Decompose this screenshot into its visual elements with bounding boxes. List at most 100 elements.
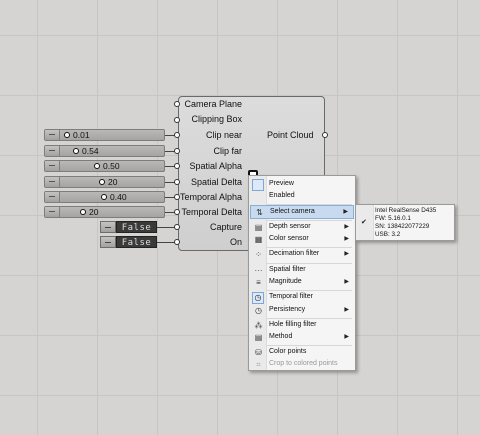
number-slider[interactable]: 0.01 xyxy=(44,129,165,141)
input-grip[interactable] xyxy=(174,101,180,107)
slider-knob[interactable] xyxy=(94,163,100,169)
chevron-right-icon: ▶ xyxy=(344,251,349,257)
menu-item-label: Color points xyxy=(269,348,307,355)
toggle-value[interactable]: False xyxy=(116,221,157,233)
menu-item-label: Decimation filter xyxy=(269,250,320,257)
chevron-right-icon: ▶ xyxy=(344,236,349,242)
menu-item-magnitude[interactable]: ≡ Magnitude ▶ xyxy=(250,276,354,290)
output-point-cloud: Point Cloud xyxy=(267,130,314,140)
input-grip[interactable] xyxy=(174,179,180,185)
temporal-filter-icon: ◷ xyxy=(252,292,264,304)
number-slider[interactable]: 20 xyxy=(44,176,165,188)
chevron-right-icon: ▶ xyxy=(344,334,349,340)
menu-item-label: Method xyxy=(269,333,293,340)
menu-item-enabled[interactable]: Enabled xyxy=(250,190,354,204)
menu-item-label: Persistency xyxy=(269,306,306,313)
input-grip[interactable] xyxy=(174,117,180,123)
color-points-icon: ⛁ xyxy=(255,348,262,357)
menu-item-label: Temporal filter xyxy=(269,293,313,300)
menu-item-method[interactable]: ▤ Method ▶ xyxy=(250,331,354,345)
input-spatial-alpha: Spatial Alpha xyxy=(189,161,242,171)
output-grip[interactable] xyxy=(322,132,328,138)
input-capture: Capture xyxy=(209,222,242,232)
slider-grip[interactable] xyxy=(45,177,60,187)
crop-icon: ⌗ xyxy=(256,360,261,369)
slider-knob[interactable] xyxy=(80,209,86,215)
slider-knob[interactable] xyxy=(64,132,70,138)
slider-knob[interactable] xyxy=(73,148,79,154)
menu-item-label: Spatial filter xyxy=(269,266,306,273)
context-menu: Preview Enabled ⇅ Select camera ▶ ▤ Dept… xyxy=(248,175,356,371)
chevron-right-icon: ▶ xyxy=(344,224,349,230)
input-on: On xyxy=(229,237,242,247)
slider-value: 0.50 xyxy=(103,161,120,171)
camera-usb: USB: 3.2 xyxy=(375,231,401,238)
toggle-grip[interactable] xyxy=(100,221,116,233)
boolean-toggle[interactable]: False xyxy=(100,236,157,248)
menu-item-label: Depth sensor xyxy=(269,223,311,230)
chevron-right-icon: ▶ xyxy=(344,279,349,285)
camera-icon: ⇅ xyxy=(256,208,263,217)
number-slider[interactable]: 0.40 xyxy=(44,191,165,203)
depth-sensor-icon: ▤ xyxy=(254,223,263,232)
input-temporal-alpha: Temporal Alpha xyxy=(179,192,242,202)
number-slider[interactable]: 0.50 xyxy=(44,160,165,172)
slider-grip[interactable] xyxy=(45,130,60,140)
menu-item-label: Crop to colored points xyxy=(269,360,338,367)
input-clip-far: Clip far xyxy=(213,146,242,156)
menu-item-label: Magnitude xyxy=(269,278,302,285)
slider-knob[interactable] xyxy=(101,194,107,200)
input-grip[interactable] xyxy=(174,148,180,154)
menu-item-label: Select camera xyxy=(270,208,315,215)
slider-grip[interactable] xyxy=(45,207,60,217)
menu-item-crop-to-colored-points[interactable]: ⌗ Crop to colored points xyxy=(250,358,354,372)
wire xyxy=(157,227,175,228)
hole-filling-icon: ⁂ xyxy=(254,321,263,330)
slider-value: 20 xyxy=(108,177,118,187)
slider-grip[interactable] xyxy=(45,161,60,171)
input-grip[interactable] xyxy=(174,194,180,200)
input-clip-near: Clip near xyxy=(205,130,242,140)
camera-sn: SN: 138422077229 xyxy=(375,223,430,230)
method-icon: ▤ xyxy=(254,333,263,342)
slider-value: 20 xyxy=(89,207,99,217)
chevron-right-icon: ▶ xyxy=(344,307,349,313)
camera-name: Intel RealSense D435 xyxy=(375,207,437,214)
input-spatial-delta: Spatial Delta xyxy=(190,177,242,187)
input-camera-plane: Camera Plane xyxy=(184,99,242,109)
wire xyxy=(157,242,175,243)
slider-grip[interactable] xyxy=(45,192,60,202)
magnitude-icon: ≡ xyxy=(256,278,261,287)
menu-item-color-sensor[interactable]: ▦ Color sensor ▶ xyxy=(250,233,354,247)
toggle-value[interactable]: False xyxy=(116,236,157,248)
number-slider[interactable]: 20 xyxy=(44,206,165,218)
chevron-right-icon: ▶ xyxy=(343,209,348,215)
slider-value: 0.54 xyxy=(82,146,99,156)
menu-item-temporal-filter[interactable]: ◷ Temporal filter xyxy=(250,291,354,305)
decimation-icon: ⁘ xyxy=(255,250,262,259)
menu-item-label: Hole filling filter xyxy=(269,321,317,328)
input-grip[interactable] xyxy=(174,209,180,215)
boolean-toggle[interactable]: False xyxy=(100,221,157,233)
input-grip[interactable] xyxy=(174,239,180,245)
menu-item-label: Preview xyxy=(269,180,294,187)
spatial-filter-icon: ··· xyxy=(254,266,263,275)
persistency-icon: ◷ xyxy=(255,306,262,315)
menu-item-select-camera[interactable]: ⇅ Select camera ▶ xyxy=(250,205,354,219)
input-grip[interactable] xyxy=(174,224,180,230)
slider-value: 0.01 xyxy=(73,130,90,140)
input-grip[interactable] xyxy=(174,163,180,169)
number-slider[interactable]: 0.54 xyxy=(44,145,165,157)
input-temporal-delta: Temporal Delta xyxy=(181,207,242,217)
slider-knob[interactable] xyxy=(99,179,105,185)
enabled-icon xyxy=(253,192,264,202)
input-grip[interactable] xyxy=(174,132,180,138)
slider-grip[interactable] xyxy=(45,146,60,156)
camera-option[interactable]: ✔ Intel RealSense D435 FW: 5.16.0.1 SN: … xyxy=(357,206,453,239)
menu-item-persistency[interactable]: ◷ Persistency ▶ xyxy=(250,304,354,318)
menu-item-decimation-filter[interactable]: ⁘ Decimation filter ▶ xyxy=(250,248,354,262)
toggle-grip[interactable] xyxy=(100,236,116,248)
checkmark-icon: ✔ xyxy=(361,219,367,226)
camera-fw: FW: 5.16.0.1 xyxy=(375,215,411,222)
camera-submenu: ✔ Intel RealSense D435 FW: 5.16.0.1 SN: … xyxy=(355,204,455,241)
